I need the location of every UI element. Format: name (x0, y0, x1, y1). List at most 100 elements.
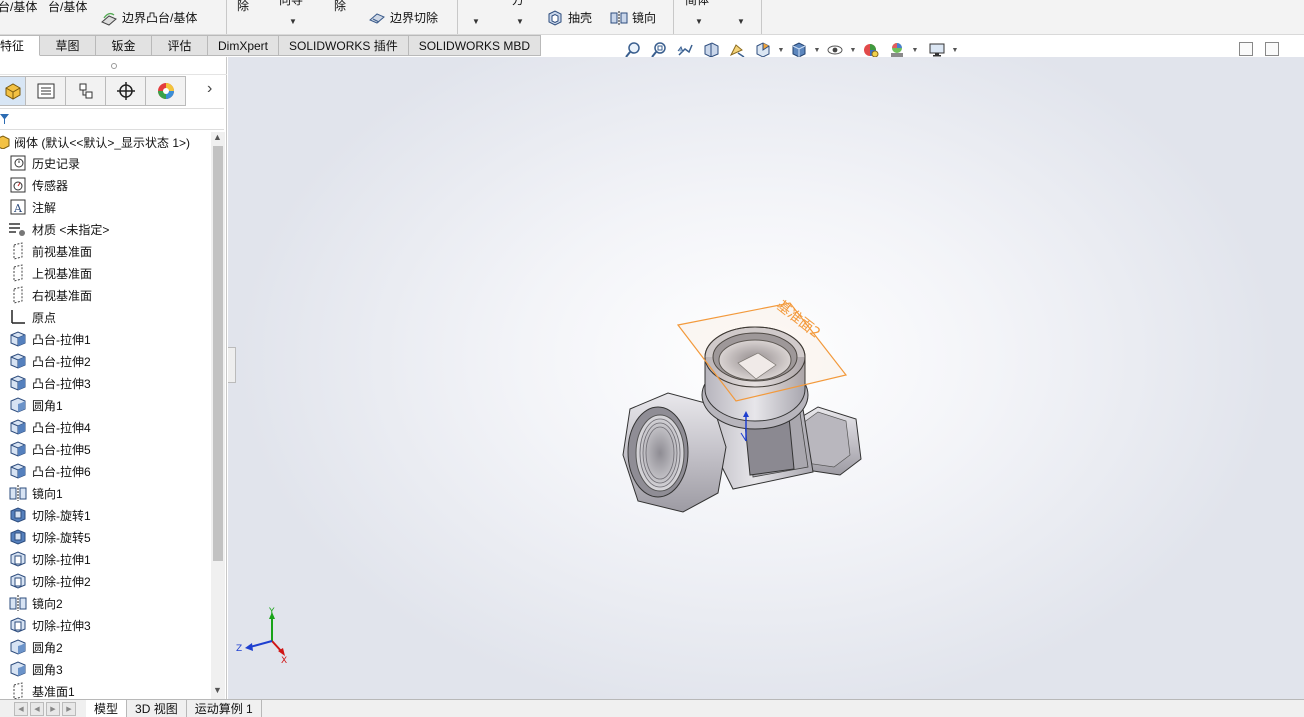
extrude-cut-button[interactable]: 除 (237, 0, 249, 14)
next-tab-icon[interactable]: ▶ (46, 701, 60, 716)
tree-filter-bar[interactable] (0, 108, 224, 130)
tree-root-part[interactable]: 阀体 (默认<<默认>_显示状态 1>) (0, 132, 212, 152)
last-tab-icon[interactable]: ▶ (62, 701, 76, 716)
tab-3d-views[interactable]: 3D 视图 (127, 700, 187, 717)
extrude-cut-icon (8, 550, 28, 568)
triad-z-label: Z (236, 644, 242, 654)
tab-sketch[interactable]: 草图 (40, 35, 96, 56)
tab-solidworks-addins[interactable]: SOLIDWORKS 插件 (279, 35, 409, 56)
instant3d-dropdown-icon[interactable]: ▼ (737, 17, 745, 26)
curves-dropdown-icon[interactable]: ▼ (695, 17, 703, 26)
scroll-down-icon[interactable]: ▼ (213, 685, 222, 695)
tree-item[interactable]: A 注解 (0, 196, 212, 218)
tree-item[interactable]: 原点 (0, 306, 212, 328)
model-canvas: 基准面2 Y X Z (236, 297, 862, 666)
tree-item-label: 传感器 (32, 178, 69, 193)
tree-item[interactable]: 前视基准面 (0, 240, 212, 262)
tab-motion-study-1[interactable]: 运动算例 1 (187, 700, 262, 717)
tree-item[interactable]: 切除-拉伸2 (0, 570, 212, 592)
view-orientation-dropdown-icon[interactable]: ▼ (776, 47, 786, 54)
shell-button[interactable]: 抽壳 (546, 9, 592, 26)
hole-wizard-dropdown-icon[interactable]: ▼ (289, 17, 297, 26)
revolve-cut-button[interactable]: 除 (334, 0, 346, 14)
tree-item[interactable]: 凸台-拉伸1 (0, 328, 212, 350)
apply-scene-dropdown-icon[interactable]: ▼ (910, 47, 920, 54)
boundary-cut-button[interactable]: 边界切除 (368, 9, 438, 26)
graphics-area[interactable]: 基准面2 Y X Z (228, 57, 1304, 699)
tree-item[interactable]: 切除-旋转5 (0, 526, 212, 548)
tree-item[interactable]: 材质 <未指定> (0, 218, 212, 240)
display-style-dropdown-icon[interactable]: ▼ (812, 47, 822, 54)
tree-item-label: 圆角2 (32, 640, 63, 655)
tree-item[interactable]: 切除-拉伸1 (0, 548, 212, 570)
scrollbar-thumb[interactable] (213, 146, 223, 561)
tree-item[interactable]: 凸台-拉伸3 (0, 372, 212, 394)
tree-item[interactable]: 切除-拉伸3 (0, 614, 212, 636)
scroll-up-icon[interactable]: ▲ (213, 132, 222, 142)
tree-item-label: 切除-拉伸3 (32, 618, 91, 633)
more-tabs-chevron-icon[interactable]: › (207, 80, 212, 98)
dimxpert-manager-tab[interactable] (106, 76, 146, 106)
tree-item[interactable]: 圆角1 (0, 394, 212, 416)
feature-manager-tree-tab[interactable] (0, 76, 26, 106)
tree-item-label: 切除-拉伸2 (32, 574, 91, 589)
previous-tab-icon[interactable]: ◀ (30, 701, 44, 716)
draft-dropdown-icon[interactable]: ▼ (516, 17, 524, 26)
panel-grip[interactable] (0, 57, 227, 75)
tree-item[interactable]: 镜向1 (0, 482, 212, 504)
tree-item-label: 切除-拉伸1 (32, 552, 91, 567)
property-manager-tab[interactable] (26, 76, 66, 106)
tree-item[interactable]: 镜向2 (0, 592, 212, 614)
reference-plane-2[interactable]: 基准面2 (676, 297, 848, 402)
plane-icon (8, 286, 28, 304)
boss-base-button[interactable]: 台/基体 (0, 0, 37, 15)
feature-manager-panel: › 阀体 (默认<<默认>_显示状态 1>) 历史记录传感器 A 注解 材质 <未指定… (0, 57, 227, 699)
tree-item[interactable]: 凸台-拉伸2 (0, 350, 212, 372)
restore-window-icon[interactable] (1239, 42, 1253, 56)
svg-text:A: A (13, 202, 23, 215)
tab-solidworks-mbd[interactable]: SOLIDWORKS MBD (408, 35, 542, 56)
tree-item[interactable]: 凸台-拉伸4 (0, 416, 212, 438)
tab-dimxpert[interactable]: DimXpert (208, 35, 280, 56)
tab-sheet-metal[interactable]: 钣金 (96, 35, 152, 56)
tree-item[interactable]: 右视基准面 (0, 284, 212, 306)
boundary-boss-button[interactable]: 边界凸台/基体 (100, 9, 197, 26)
feature-manager-tabs (0, 76, 186, 106)
tree-item-label: 凸台-拉伸3 (32, 376, 91, 391)
mirror-button[interactable]: 镜向 (610, 9, 656, 26)
reference-triad[interactable]: Y X Z (236, 607, 287, 666)
hole-wizard-button[interactable]: 向导 (279, 0, 303, 8)
command-manager-tabs: 特征 草图 钣金 评估 DimXpert SOLIDWORKS 插件 SOLID… (0, 35, 542, 56)
extrude-cut-icon (8, 616, 28, 634)
view-settings-dropdown-icon[interactable]: ▼ (950, 47, 960, 54)
tree-item[interactable]: 上视基准面 (0, 262, 212, 284)
tree-item[interactable]: 凸台-拉伸6 (0, 460, 212, 482)
tree-item-label: 圆角1 (32, 398, 63, 413)
tab-model[interactable]: 模型 (86, 700, 128, 717)
first-tab-icon[interactable]: ◀ (14, 701, 28, 716)
tree-item[interactable]: 圆角2 (0, 636, 212, 658)
mirror-icon (8, 484, 28, 502)
fillet-dropdown-icon[interactable]: ▼ (472, 17, 480, 26)
tree-item[interactable]: 凸台-拉伸5 (0, 438, 212, 460)
revolve-boss-button[interactable]: 台/基体 (48, 0, 87, 15)
extrude-icon (8, 462, 28, 480)
material-icon (8, 220, 28, 238)
plane-icon (8, 264, 28, 282)
feature-tree-scrollbar[interactable]: ▲ ▼ (211, 132, 225, 699)
maximize-window-icon[interactable] (1265, 42, 1279, 56)
feature-tree: 阀体 (默认<<默认>_显示状态 1>) 历史记录传感器 A 注解 材质 <未指定> 前… (0, 132, 212, 699)
draft-button[interactable]: 方 (512, 0, 524, 8)
tab-evaluate[interactable]: 评估 (152, 35, 208, 56)
model-view-tabs: ◀ ◀ ▶ ▶ 模型 3D 视图 运动算例 1 (0, 699, 1304, 717)
tree-item[interactable]: 切除-旋转1 (0, 504, 212, 526)
hide-show-dropdown-icon[interactable]: ▼ (848, 47, 858, 54)
curves-button[interactable]: 简体 (685, 0, 709, 8)
tree-item[interactable]: 历史记录 (0, 152, 212, 174)
display-manager-tab[interactable] (146, 76, 186, 106)
tree-item[interactable]: 圆角3 (0, 658, 212, 680)
tree-item[interactable]: 基准面1 (0, 680, 212, 699)
tab-features[interactable]: 特征 (0, 35, 40, 56)
configuration-manager-tab[interactable] (66, 76, 106, 106)
tree-item[interactable]: 传感器 (0, 174, 212, 196)
